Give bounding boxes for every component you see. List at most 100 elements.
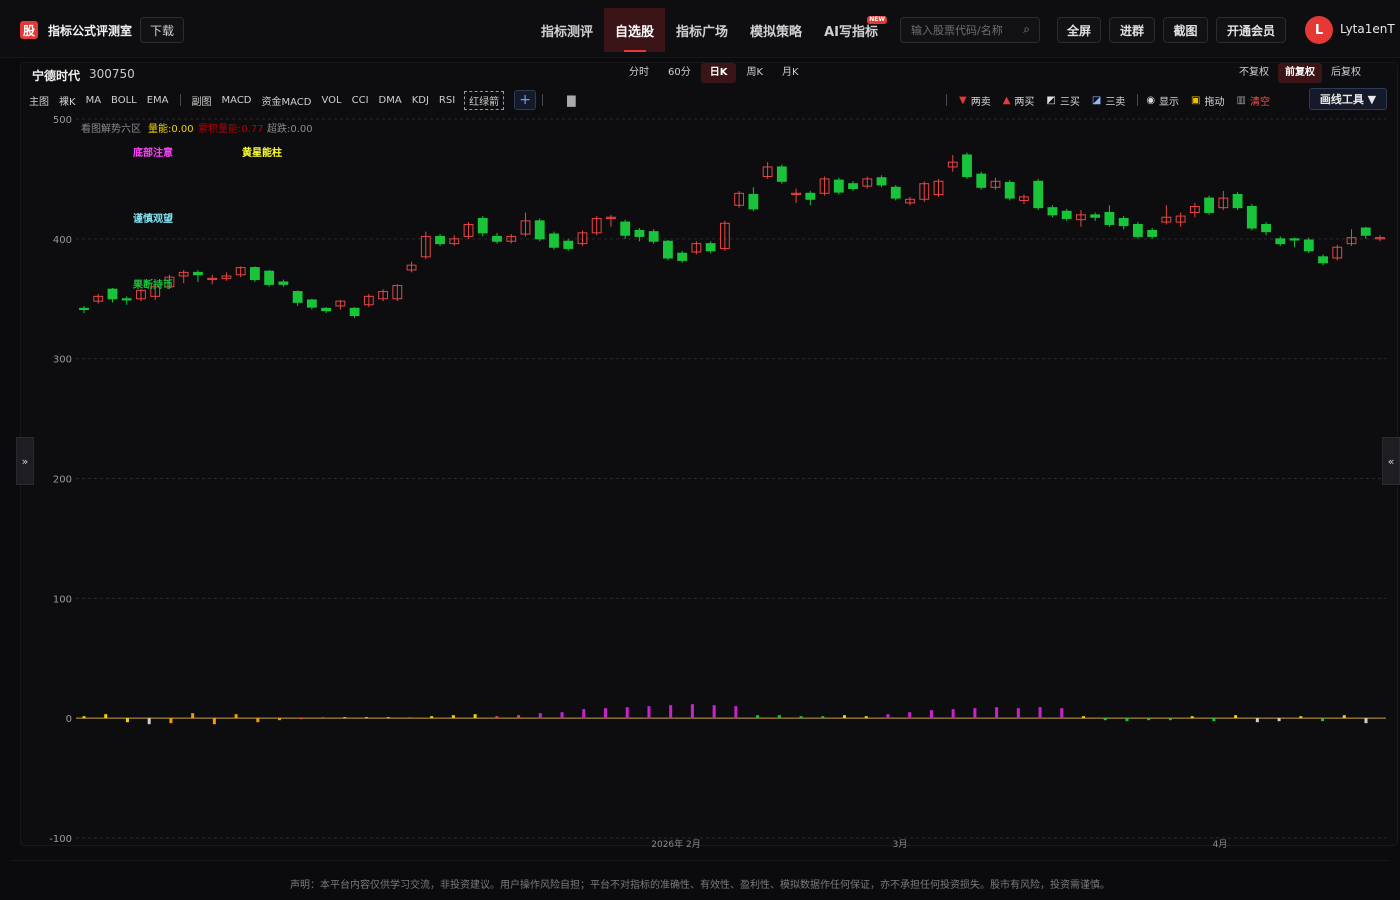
candle <box>1004 180 1015 201</box>
candle <box>1161 205 1172 225</box>
sub-bar <box>799 716 803 719</box>
candle-body <box>292 291 303 303</box>
candle <box>278 279 289 287</box>
sub-bar <box>1342 715 1346 719</box>
sub-bar <box>951 709 955 719</box>
candle <box>1033 178 1044 211</box>
candle <box>1232 192 1243 211</box>
legend-volume: 量能:0.00 <box>148 122 194 135</box>
candle <box>990 177 1001 190</box>
sub-bar <box>538 713 542 719</box>
candle <box>1090 212 1101 221</box>
candle-body <box>1318 256 1328 264</box>
candle-body <box>962 154 972 178</box>
candle <box>435 234 445 247</box>
candle-body <box>748 193 759 210</box>
candle-body <box>1360 227 1371 236</box>
candle <box>1303 237 1314 254</box>
legend-title: 看图解势六区 <box>81 122 141 135</box>
sub-bar <box>864 716 868 719</box>
kline-chart[interactable]: 500 400 300 200 100 0 -100 2026年 2月 3月 4月 看图解势六区… <box>0 0 1400 860</box>
candle <box>1175 212 1186 227</box>
candle <box>264 269 275 287</box>
sub-indicator-bars <box>82 704 1368 725</box>
candle <box>848 181 858 191</box>
candles <box>79 152 1385 318</box>
sub-bar <box>1234 715 1238 719</box>
sub-bar <box>821 716 825 719</box>
x-tick-label: 4月 <box>1213 839 1228 850</box>
y-tick-label: 200 <box>53 475 72 486</box>
candle <box>449 235 460 247</box>
sub-bar <box>647 706 651 719</box>
sub-bar <box>451 715 455 719</box>
candle <box>1076 210 1086 227</box>
sub-bar <box>603 708 607 719</box>
candle <box>93 293 104 304</box>
sub-bar <box>886 714 890 719</box>
candle <box>862 176 873 189</box>
sub-bar <box>386 717 390 719</box>
candle-body <box>1303 239 1314 252</box>
candle <box>776 164 787 184</box>
candle <box>1375 235 1385 242</box>
candle <box>420 231 431 260</box>
expand-left-icon[interactable]: » <box>16 437 34 485</box>
candle-body <box>1033 180 1044 209</box>
candle <box>890 184 901 201</box>
y-tick-label: 500 <box>53 115 72 126</box>
candle-body <box>278 281 289 285</box>
sub-bar <box>234 714 238 719</box>
candle-body <box>79 307 89 311</box>
sub-bar <box>364 717 368 719</box>
candle <box>691 241 702 255</box>
chart-grid <box>76 118 1386 839</box>
candle-body <box>1061 210 1072 219</box>
candle <box>1346 229 1357 247</box>
sub-bar <box>1255 718 1259 723</box>
candle-body <box>620 221 631 236</box>
candle-body <box>1246 205 1257 229</box>
sub-bar <box>125 718 129 723</box>
candle-body <box>1104 211 1115 225</box>
candle <box>719 220 730 251</box>
sub-bar <box>169 718 173 724</box>
candle <box>919 181 930 202</box>
candle-body <box>563 240 574 249</box>
candle <box>933 178 944 197</box>
sub-bar <box>1038 707 1042 719</box>
sub-bar <box>908 712 912 719</box>
candle-body <box>1289 238 1300 241</box>
candle <box>207 274 218 285</box>
expand-right-icon[interactable]: « <box>1382 437 1400 485</box>
candle-body <box>121 298 132 301</box>
candle <box>1261 222 1271 236</box>
annotation-cautious: 谨慎观望 <box>133 212 173 225</box>
candle <box>705 241 716 254</box>
candle <box>1061 208 1072 221</box>
candle-body <box>648 231 659 242</box>
candle <box>292 290 303 306</box>
sub-bar <box>212 718 216 725</box>
candle <box>463 222 474 239</box>
candle <box>962 152 972 179</box>
candle <box>648 229 659 244</box>
candle <box>947 154 958 172</box>
candle <box>1147 228 1158 239</box>
candle <box>563 238 574 251</box>
sub-bar <box>1321 718 1325 722</box>
candle <box>748 187 759 212</box>
candle-body <box>1275 238 1286 245</box>
candle <box>1132 222 1143 239</box>
candle <box>1204 195 1215 215</box>
candle <box>534 218 545 242</box>
y-tick-label: 400 <box>53 235 72 246</box>
sub-bar <box>343 717 347 719</box>
candle-body <box>662 240 673 259</box>
candle-body <box>1090 214 1101 218</box>
candle <box>178 269 189 284</box>
sub-bar <box>756 715 760 719</box>
candle-body <box>776 166 787 182</box>
candle <box>406 261 417 273</box>
candle-body <box>1204 197 1215 213</box>
